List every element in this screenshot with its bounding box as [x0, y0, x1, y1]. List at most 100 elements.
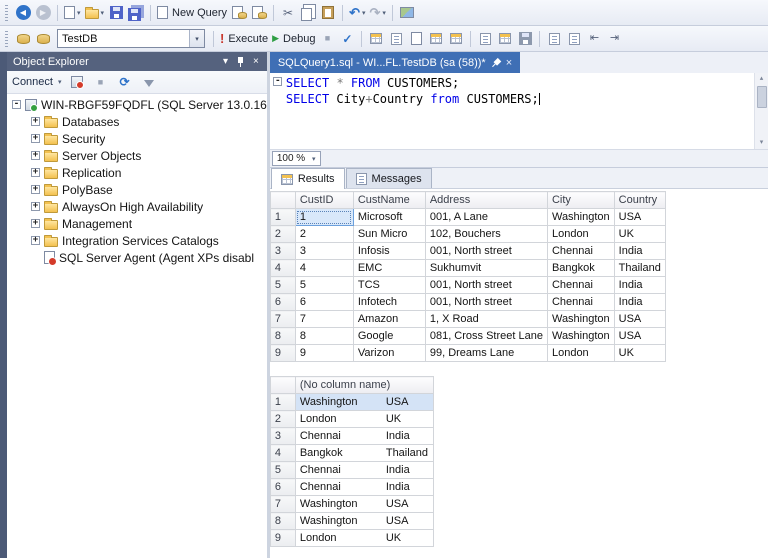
uncomment-lines-button[interactable] — [564, 28, 584, 50]
grid-cell[interactable]: USA — [614, 209, 665, 226]
column-header[interactable]: City — [547, 192, 614, 209]
new-query-button[interactable]: New Query — [155, 2, 229, 24]
expand-icon[interactable]: + — [31, 185, 40, 194]
row-header[interactable]: 2 — [270, 411, 295, 428]
scrollbar-thumb[interactable] — [757, 86, 767, 108]
grid-cell[interactable]: London — [547, 226, 614, 243]
grid-cell[interactable]: UK — [614, 345, 665, 362]
grid-cell[interactable]: 4 — [295, 260, 353, 277]
analysis-services-query-button[interactable] — [249, 2, 269, 24]
intellisense-enabled-button[interactable] — [406, 28, 426, 50]
grid-cell[interactable]: TCS — [353, 277, 425, 294]
undo-button[interactable]: ↶▾ — [347, 2, 367, 24]
results-to-text-button[interactable] — [475, 28, 495, 50]
grid-cell[interactable]: Google — [353, 328, 425, 345]
include-actual-plan-button[interactable] — [426, 28, 446, 50]
tree-item[interactable]: +Security — [7, 130, 267, 147]
grid-cell[interactable]: USA — [614, 311, 665, 328]
parse-query-button[interactable]: ✓ — [337, 28, 357, 50]
tree-item[interactable]: +Replication — [7, 164, 267, 181]
row-header[interactable]: 3 — [270, 428, 295, 445]
grid-cell[interactable]: WashingtonUSA — [295, 496, 433, 513]
row-header[interactable]: 6 — [270, 479, 295, 496]
grid-corner[interactable] — [270, 377, 295, 394]
row-header[interactable]: 8 — [270, 513, 295, 530]
toolbar-grip[interactable] — [5, 5, 8, 21]
row-header[interactable]: 5 — [270, 462, 295, 479]
editor-vertical-scrollbar[interactable]: ▴ ▾ — [754, 73, 768, 149]
row-header[interactable]: 3 — [270, 243, 295, 260]
grid-cell[interactable]: UK — [614, 226, 665, 243]
grid-cell[interactable]: 102, Bouchers — [425, 226, 547, 243]
grid-cell[interactable]: BangkokThailand — [295, 445, 433, 462]
window-position-menu-icon[interactable]: ▾ — [223, 57, 228, 67]
connect-database-button[interactable] — [13, 28, 33, 50]
grid-cell[interactable]: Chennai — [547, 294, 614, 311]
grid-cell[interactable]: Chennai — [547, 277, 614, 294]
grid-cell[interactable]: Varizon — [353, 345, 425, 362]
tree-item-server[interactable]: - WIN-RBGF59FQDFL (SQL Server 13.0.16 — [7, 96, 267, 113]
row-header[interactable]: 5 — [270, 277, 295, 294]
docked-panel-strip[interactable] — [0, 52, 7, 558]
pin-tab-icon[interactable] — [489, 56, 502, 69]
column-header[interactable]: (No column name) — [295, 377, 433, 394]
stop-button[interactable]: ■ — [92, 73, 110, 91]
decrease-indent-button[interactable]: ⇤ — [584, 28, 604, 50]
tree-item[interactable]: +Integration Services Catalogs — [7, 232, 267, 249]
grid-cell[interactable]: USA — [614, 328, 665, 345]
expand-icon[interactable]: + — [31, 219, 40, 228]
navigate-forward-button[interactable]: ▶ — [33, 2, 53, 24]
comment-lines-button[interactable] — [544, 28, 564, 50]
grid-cell[interactable]: 2 — [295, 226, 353, 243]
grid-cell[interactable]: Washington — [547, 209, 614, 226]
filter-button[interactable] — [140, 73, 158, 91]
grid-cell[interactable]: Washington — [547, 311, 614, 328]
query-options-button[interactable] — [386, 28, 406, 50]
grid-cell[interactable]: ChennaiIndia — [295, 479, 433, 496]
auto-hide-pin-icon[interactable] — [236, 56, 245, 68]
grid-cell[interactable]: 081, Cross Street Lane — [425, 328, 547, 345]
tree-item[interactable]: +Server Objects — [7, 147, 267, 164]
change-connection-button[interactable] — [33, 28, 53, 50]
row-header[interactable]: 4 — [270, 260, 295, 277]
scroll-up-icon[interactable]: ▴ — [760, 73, 764, 85]
row-header[interactable]: 9 — [270, 530, 295, 547]
grid-cell[interactable]: 001, North street — [425, 243, 547, 260]
toolbar-grip[interactable] — [5, 31, 8, 47]
tab-sqlquery1[interactable]: SQLQuery1.sql - WI...FL.TestDB (sa (58))… — [270, 52, 520, 73]
expand-icon[interactable]: + — [31, 117, 40, 126]
row-header[interactable]: 6 — [270, 294, 295, 311]
grid-cell[interactable]: India — [614, 294, 665, 311]
row-header[interactable]: 9 — [270, 345, 295, 362]
grid-cell[interactable]: Chennai — [547, 243, 614, 260]
grid-cell[interactable]: 7 — [295, 311, 353, 328]
row-header[interactable]: 1 — [270, 394, 295, 411]
paste-button[interactable] — [318, 2, 338, 24]
results-to-grid-button[interactable] — [495, 28, 515, 50]
grid-cell[interactable]: 3 — [295, 243, 353, 260]
increase-indent-button[interactable]: ⇥ — [604, 28, 624, 50]
include-client-statistics-button[interactable] — [446, 28, 466, 50]
tree-item[interactable]: +Databases — [7, 113, 267, 130]
display-estimated-plan-button[interactable] — [366, 28, 386, 50]
query-editor[interactable]: - SELECT * FROM CUSTOMERS;SELECT City+Co… — [270, 73, 768, 149]
grid-cell[interactable]: Infotech — [353, 294, 425, 311]
row-header[interactable]: 4 — [270, 445, 295, 462]
save-all-button[interactable] — [126, 2, 146, 24]
grid-cell[interactable]: Amazon — [353, 311, 425, 328]
tree-item[interactable]: +PolyBase — [7, 181, 267, 198]
row-header[interactable]: 7 — [270, 496, 295, 513]
grid-cell[interactable]: ChennaiIndia — [295, 462, 433, 479]
disconnect-button[interactable] — [68, 73, 86, 91]
code-area[interactable]: SELECT * FROM CUSTOMERS;SELECT City+Coun… — [286, 73, 768, 149]
expand-icon[interactable]: + — [31, 202, 40, 211]
scroll-down-icon[interactable]: ▾ — [760, 137, 764, 149]
debug-button[interactable]: ▶Debug — [270, 28, 317, 50]
row-header[interactable]: 1 — [270, 209, 295, 226]
grid-cell[interactable]: Sukhumvit — [425, 260, 547, 277]
grid-cell[interactable]: ChennaiIndia — [295, 428, 433, 445]
cancel-executing-query-button[interactable]: ■ — [317, 28, 337, 50]
tab-messages[interactable]: Messages — [346, 168, 432, 188]
grid-cell[interactable]: Sun Micro — [353, 226, 425, 243]
results-to-file-button[interactable] — [515, 28, 535, 50]
